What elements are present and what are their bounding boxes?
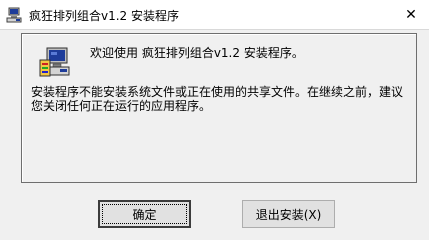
title-bar: 疯狂排列组合v1.2 安装程序 ✕: [0, 0, 429, 30]
ok-button[interactable]: 确定: [98, 200, 191, 228]
exit-setup-button-label: 退出安装(X): [255, 207, 322, 222]
welcome-panel: 欢迎使用 疯狂排列组合v1.2 安装程序。 安装程序不能安装系统文件或正在使用的…: [21, 33, 417, 183]
welcome-text: 欢迎使用 疯狂排列组合v1.2 安装程序。: [90, 46, 304, 60]
focus-rect: [102, 204, 187, 224]
setup-computer-icon: [6, 7, 22, 23]
close-button[interactable]: ✕: [393, 0, 429, 29]
setup-computer-icon: [38, 46, 72, 80]
exit-setup-button[interactable]: 退出安装(X): [242, 200, 335, 228]
window-title: 疯狂排列组合v1.2 安装程序: [29, 9, 180, 23]
warning-message: 安装程序不能安装系统文件或正在使用的共享文件。在继续之前，建议您关闭任何正在运行…: [31, 85, 404, 113]
close-icon: ✕: [405, 6, 417, 23]
